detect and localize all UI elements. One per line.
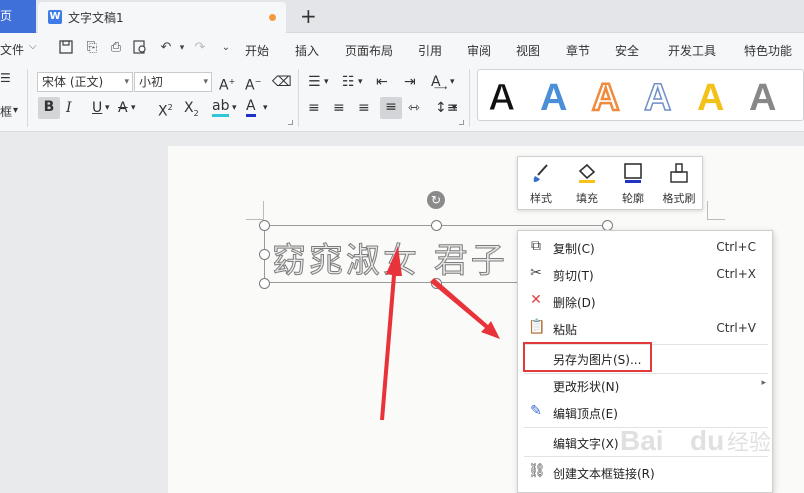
app-window: 页 W 文字文稿1 + 文件 ⌵ ⎘ ⎙ ↶ ▾ ↷ ⌄ 开始 插入 页面布局 …	[0, 0, 804, 493]
annotation-arrow-up	[380, 246, 402, 420]
watermark-brand: Bai	[620, 425, 664, 456]
annotation-arrow-right	[430, 278, 500, 339]
baidu-jingyan-watermark: Bai du 经验	[612, 402, 802, 482]
watermark-brand2: 经验	[727, 431, 771, 456]
watermark-du: du	[690, 425, 724, 456]
